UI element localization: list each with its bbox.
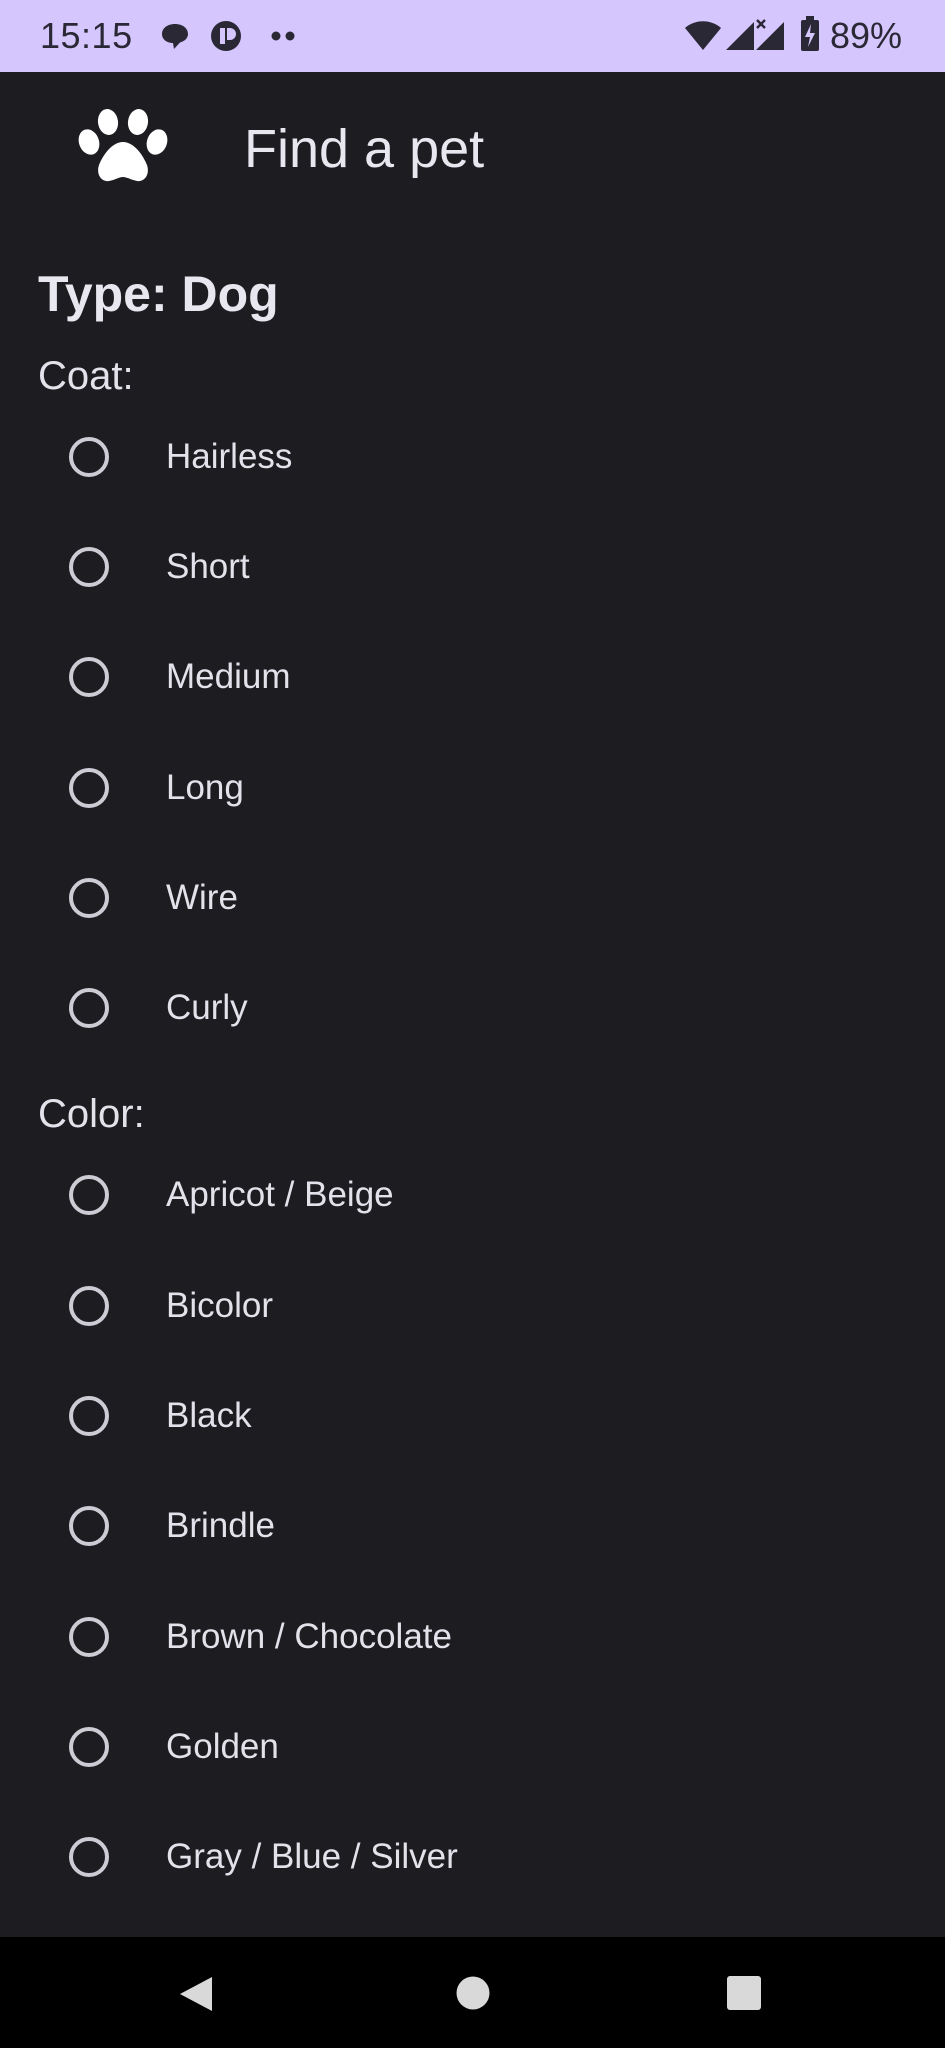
- home-icon[interactable]: [455, 1975, 491, 2011]
- option-label: Bicolor: [166, 1286, 273, 1325]
- app-title: Find a pet: [244, 119, 485, 179]
- coat-option-curly[interactable]: Curly: [0, 955, 945, 1065]
- coat-option-long[interactable]: Long: [0, 735, 945, 845]
- color-section-label: Color:: [38, 1092, 145, 1136]
- recents-icon[interactable]: [726, 1975, 762, 2011]
- radio-button[interactable]: [69, 1837, 109, 1877]
- coat-section-label: Coat:: [38, 354, 134, 398]
- radio-button[interactable]: [69, 1727, 109, 1767]
- radio-button[interactable]: [69, 1396, 109, 1436]
- option-label: Medium: [166, 657, 291, 696]
- color-option-golden[interactable]: Golden: [0, 1694, 945, 1804]
- radio-button[interactable]: [69, 547, 109, 587]
- radio-button[interactable]: [69, 1286, 109, 1326]
- battery-percentage: 89%: [830, 15, 903, 56]
- radio-button[interactable]: [69, 437, 109, 477]
- radio-button[interactable]: [69, 1175, 109, 1215]
- radio-button[interactable]: [69, 1617, 109, 1657]
- color-option-brindle[interactable]: Brindle: [0, 1473, 945, 1583]
- option-label: Gray / Blue / Silver: [166, 1837, 458, 1876]
- coat-option-short[interactable]: Short: [0, 514, 945, 624]
- option-label: Long: [166, 768, 244, 807]
- app-badge-icon: [211, 21, 241, 51]
- option-label: Brown / Chocolate: [166, 1617, 452, 1656]
- option-label: Curly: [166, 988, 248, 1027]
- option-label: Apricot / Beige: [166, 1175, 394, 1214]
- radio-button[interactable]: [69, 878, 109, 918]
- option-label: Hairless: [166, 437, 293, 476]
- color-option-bicolor[interactable]: Bicolor: [0, 1253, 945, 1363]
- radio-button[interactable]: [69, 1506, 109, 1546]
- coat-option-wire[interactable]: Wire: [0, 845, 945, 955]
- wifi-icon: [685, 21, 721, 50]
- option-label: Short: [166, 547, 250, 586]
- navigation-bar: [0, 1937, 945, 2048]
- option-label: Black: [166, 1396, 252, 1435]
- radio-button[interactable]: [69, 768, 109, 808]
- option-label: Golden: [166, 1727, 279, 1766]
- color-option-brown-chocolate[interactable]: Brown / Chocolate: [0, 1584, 945, 1694]
- more-dots-icon: [271, 31, 295, 41]
- option-label: Wire: [166, 878, 238, 917]
- radio-button[interactable]: [69, 657, 109, 697]
- type-heading: Type: Dog: [38, 266, 279, 322]
- option-label: Brindle: [166, 1506, 275, 1545]
- signal-icon: [726, 19, 784, 50]
- chat-bubble-icon: [162, 24, 188, 49]
- coat-option-medium[interactable]: Medium: [0, 624, 945, 734]
- radio-button[interactable]: [69, 988, 109, 1028]
- color-option-apricot-beige[interactable]: Apricot / Beige: [0, 1142, 945, 1252]
- back-icon[interactable]: [178, 1975, 214, 2013]
- paw-icon: [78, 109, 168, 182]
- status-bar: 15:15 89%: [0, 0, 945, 72]
- status-time: 15:15: [40, 15, 133, 56]
- battery-icon: [801, 16, 819, 51]
- color-option-gray-blue-silver[interactable]: Gray / Blue / Silver: [0, 1804, 945, 1914]
- color-option-black[interactable]: Black: [0, 1363, 945, 1473]
- coat-option-hairless[interactable]: Hairless: [0, 404, 945, 514]
